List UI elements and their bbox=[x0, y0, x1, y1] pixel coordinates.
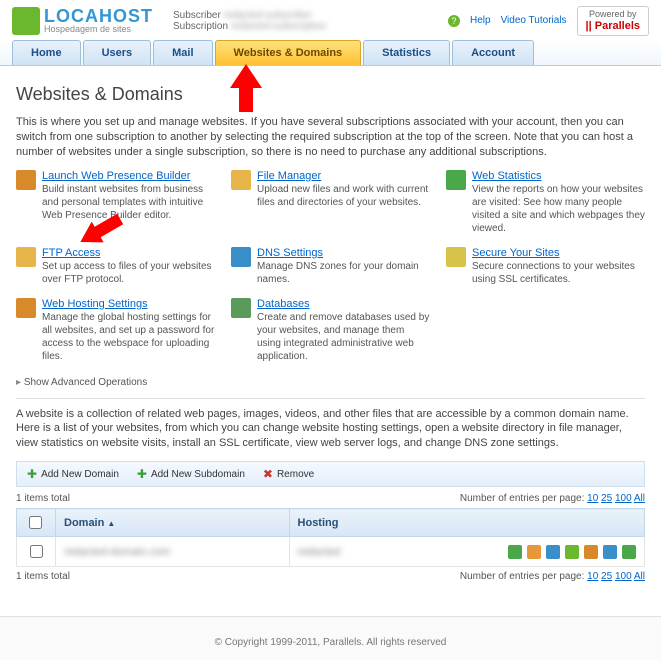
tool-link[interactable]: File Manager bbox=[257, 170, 321, 182]
tool-icon bbox=[446, 247, 466, 267]
tool-icon bbox=[16, 170, 36, 190]
remove-icon: ✖ bbox=[263, 467, 273, 481]
tool-desc: Upload new files and work with current f… bbox=[257, 183, 430, 209]
select-all-checkbox[interactable] bbox=[29, 516, 42, 529]
show-advanced-toggle[interactable]: Show Advanced Operations bbox=[16, 377, 645, 388]
select-all-header[interactable] bbox=[17, 509, 56, 537]
per-page-option[interactable]: 100 bbox=[615, 493, 632, 504]
row-action-icon[interactable] bbox=[603, 545, 617, 559]
per-page-option[interactable]: 25 bbox=[601, 493, 612, 504]
row-action-icon[interactable] bbox=[508, 545, 522, 559]
tool-grid: Launch Web Presence BuilderBuild instant… bbox=[16, 170, 645, 363]
tool-desc: Set up access to files of your websites … bbox=[42, 260, 215, 286]
powered-by-badge: Powered by || Parallels bbox=[577, 6, 649, 36]
page-title: Websites & Domains bbox=[16, 84, 645, 105]
tool-link[interactable]: Web Statistics bbox=[472, 170, 542, 182]
tool-desc: Secure connections to your websites usin… bbox=[472, 260, 645, 286]
tool-item: DNS SettingsManage DNS zones for your do… bbox=[231, 247, 430, 286]
add-icon: ✚ bbox=[27, 467, 37, 481]
col-domain[interactable]: Domain ▲ bbox=[56, 509, 290, 537]
tool-item: DatabasesCreate and remove databases use… bbox=[231, 298, 430, 363]
items-total: 1 items total bbox=[16, 571, 70, 582]
tool-desc: Create and remove databases used by your… bbox=[257, 311, 430, 363]
tool-link[interactable]: Secure Your Sites bbox=[472, 247, 559, 259]
help-link[interactable]: Help bbox=[470, 15, 491, 26]
per-page-option[interactable]: All bbox=[634, 493, 645, 504]
header-bar: LOCAHOST Hospedagem de sites Subscriber … bbox=[0, 0, 661, 40]
website-note: A website is a collection of related web… bbox=[16, 407, 645, 452]
tool-icon bbox=[16, 298, 36, 318]
tab-home[interactable]: Home bbox=[12, 40, 81, 65]
tool-desc: Manage the global hosting settings for a… bbox=[42, 311, 215, 363]
intro-text: This is where you set up and manage webs… bbox=[16, 115, 645, 160]
subscriber-value: redacted-subscriber bbox=[224, 10, 312, 21]
row-action-icon[interactable] bbox=[584, 545, 598, 559]
domains-table: Domain ▲ Hosting redacted-domain.comreda… bbox=[16, 508, 645, 567]
tool-link[interactable]: DNS Settings bbox=[257, 247, 323, 259]
domain-link[interactable]: redacted-domain.com bbox=[64, 546, 170, 558]
row-checkbox[interactable] bbox=[30, 545, 43, 558]
tool-item: File ManagerUpload new files and work wi… bbox=[231, 170, 430, 235]
tool-desc: Manage DNS zones for your domain names. bbox=[257, 260, 430, 286]
tab-account[interactable]: Account bbox=[452, 40, 534, 65]
per-page-option[interactable]: All bbox=[634, 571, 645, 582]
table-row: redacted-domain.com redacted bbox=[17, 537, 645, 567]
subscription-value: redacted-subscription bbox=[231, 21, 327, 32]
tool-icon bbox=[231, 170, 251, 190]
row-action-icon[interactable] bbox=[527, 545, 541, 559]
tool-link[interactable]: FTP Access bbox=[42, 247, 100, 259]
per-page-option[interactable]: 10 bbox=[587, 493, 598, 504]
per-page-label: Number of entries per page: bbox=[460, 493, 585, 504]
tool-link[interactable]: Databases bbox=[257, 298, 310, 310]
remove-button[interactable]: ✖ Remove bbox=[263, 467, 314, 481]
subscriber-label: Subscriber bbox=[173, 10, 221, 21]
tab-users[interactable]: Users bbox=[83, 40, 152, 65]
pager-bottom: 1 items total Number of entries per page… bbox=[16, 571, 645, 582]
tool-icon bbox=[231, 247, 251, 267]
row-action-icon[interactable] bbox=[546, 545, 560, 559]
add-subdomain-button[interactable]: ✚ Add New Subdomain bbox=[137, 467, 245, 481]
sort-asc-icon: ▲ bbox=[107, 519, 115, 528]
tool-item: Web Hosting SettingsManage the global ho… bbox=[16, 298, 215, 363]
tool-link[interactable]: Launch Web Presence Builder bbox=[42, 170, 190, 182]
logo-title: LOCAHOST bbox=[44, 7, 153, 25]
per-page-option[interactable]: 10 bbox=[587, 571, 598, 582]
tool-icon bbox=[231, 298, 251, 318]
tool-link[interactable]: Web Hosting Settings bbox=[42, 298, 148, 310]
pager-top: 1 items total Number of entries per page… bbox=[16, 493, 645, 504]
row-action-icon[interactable] bbox=[565, 545, 579, 559]
items-total: 1 items total bbox=[16, 493, 70, 504]
help-icon: ? bbox=[448, 15, 460, 27]
tool-item: Web StatisticsView the reports on how yo… bbox=[446, 170, 645, 235]
tab-mail[interactable]: Mail bbox=[153, 40, 212, 65]
per-page-option[interactable]: 100 bbox=[615, 571, 632, 582]
tool-item: Secure Your SitesSecure connections to y… bbox=[446, 247, 645, 286]
tool-item: Launch Web Presence BuilderBuild instant… bbox=[16, 170, 215, 235]
tutorials-link[interactable]: Video Tutorials bbox=[501, 15, 567, 26]
logo-subtitle: Hospedagem de sites bbox=[44, 25, 153, 34]
tool-desc: Build instant websites from business and… bbox=[42, 183, 215, 222]
main-nav: HomeUsersMailWebsites & DomainsStatistic… bbox=[0, 40, 661, 66]
per-page-label: Number of entries per page: bbox=[460, 571, 585, 582]
tab-statistics[interactable]: Statistics bbox=[363, 40, 450, 65]
divider bbox=[16, 398, 645, 399]
tool-item: FTP AccessSet up access to files of your… bbox=[16, 247, 215, 286]
tool-desc: View the reports on how your websites ar… bbox=[472, 183, 645, 235]
add-domain-button[interactable]: ✚ Add New Domain bbox=[27, 467, 119, 481]
add-icon: ✚ bbox=[137, 467, 147, 481]
footer: © Copyright 1999-2011, Parallels. All ri… bbox=[0, 616, 661, 660]
col-hosting[interactable]: Hosting bbox=[289, 509, 644, 537]
row-action-icon[interactable] bbox=[622, 545, 636, 559]
logo-icon bbox=[12, 7, 40, 35]
subscription-label: Subscription bbox=[173, 21, 228, 32]
domain-toolbar: ✚ Add New Domain ✚ Add New Subdomain ✖ R… bbox=[16, 461, 645, 487]
tool-icon bbox=[16, 247, 36, 267]
tab-websites-domains[interactable]: Websites & Domains bbox=[215, 40, 362, 65]
logo[interactable]: LOCAHOST Hospedagem de sites bbox=[12, 7, 153, 35]
subscription-info: Subscriber redacted-subscriber Subscript… bbox=[153, 10, 448, 32]
hosting-value: redacted bbox=[298, 546, 341, 558]
tool-icon bbox=[446, 170, 466, 190]
per-page-option[interactable]: 25 bbox=[601, 571, 612, 582]
